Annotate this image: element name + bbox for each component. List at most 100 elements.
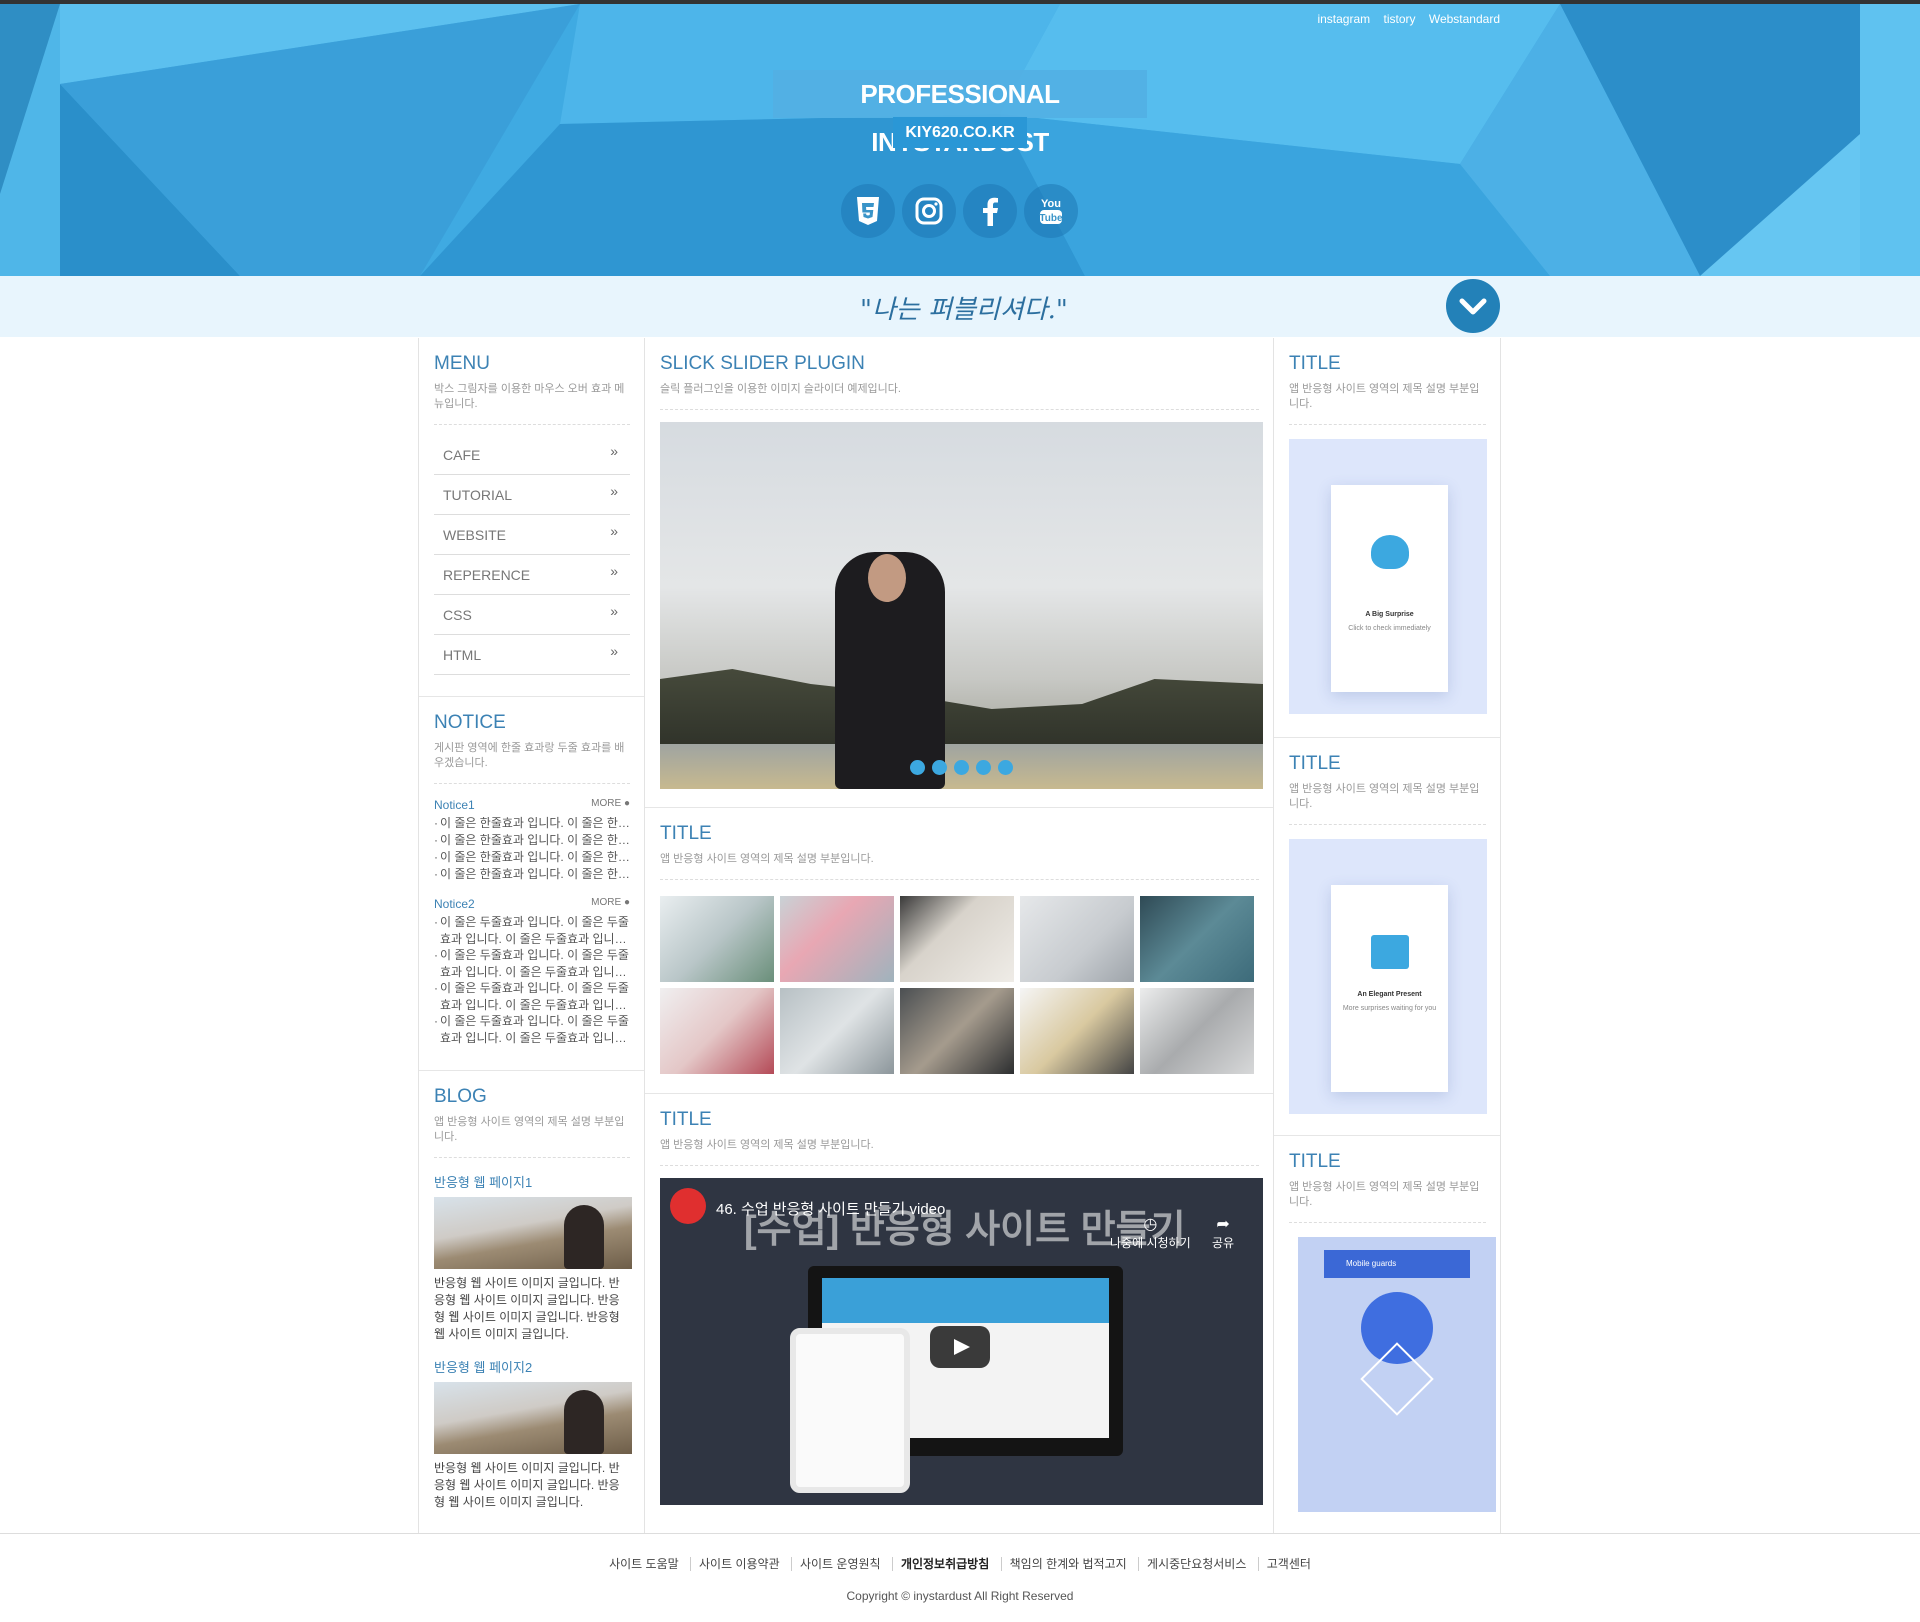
blog-post1-image[interactable] [434, 1197, 632, 1269]
blog-post1-text: 반응형 웹 사이트 이미지 글입니다. 반응형 웹 사이트 이미지 글입니다. … [434, 1276, 620, 1341]
menu-item-cafe[interactable]: CAFE [434, 431, 630, 475]
right-block-2-desc: 앱 반응형 사이트 영역의 제목 설명 부분입니다. [1289, 782, 1486, 825]
footer-link[interactable]: 사이트 운영원칙 [790, 1557, 889, 1571]
list-item[interactable]: 이 줄은 두줄효과 입니다. 이 줄은 두줄 효과 입니다. 이 줄은 두줄효과… [434, 947, 630, 980]
notice-section: NOTICE 게시판 영역에 한줄 효과랑 두줄 효과를 배우겠습니다. Not… [419, 697, 644, 1071]
blog-post2-image[interactable] [434, 1382, 632, 1454]
link-tistory[interactable]: tistory [1383, 12, 1415, 26]
image-gallery [660, 896, 1259, 1090]
right-block-1-desc: 앱 반응형 사이트 영역의 제목 설명 부분입니다. [1289, 382, 1486, 425]
gallery-image[interactable] [780, 896, 894, 982]
plus-circle-icon: ● [623, 798, 630, 809]
gallery-image[interactable] [1140, 988, 1254, 1074]
heart-icon [1371, 535, 1409, 569]
video-section: TITLE 앱 반응형 사이트 영역의 제목 설명 부분입니다. [수업] 반응… [645, 1094, 1273, 1533]
instagram-icon[interactable] [902, 184, 956, 238]
list-item[interactable]: 이 줄은 두줄효과 입니다. 이 줄은 두줄 효과 입니다. 이 줄은 두줄효과… [434, 914, 630, 947]
list-item[interactable]: 이 줄은 한줄효과 입니다. 이 줄은 한줄효과 입니다. [434, 815, 630, 832]
app-caption: An Elegant Present [1357, 991, 1422, 998]
footer-link[interactable]: 고객센터 [1257, 1557, 1319, 1571]
notice1-tab[interactable]: Notice1 [434, 798, 475, 812]
site-title[interactable]: PROFESSIONAL INYSTARDUST [773, 70, 1147, 157]
watch-later-label: 나중에 시청하기 [1110, 1236, 1191, 1250]
watch-later-button[interactable]: ◷ 나중에 시청하기 [1110, 1214, 1191, 1251]
notice2-list: 이 줄은 두줄효과 입니다. 이 줄은 두줄 효과 입니다. 이 줄은 두줄효과… [434, 914, 630, 1046]
app-screen [1331, 485, 1448, 692]
share-label: 공유 [1212, 1236, 1235, 1250]
notice2-more-link[interactable]: MORE ● [591, 897, 630, 911]
list-item[interactable]: 이 줄은 두줄효과 입니다. 이 줄은 두줄 효과 입니다. 이 줄은 두줄효과… [434, 1013, 630, 1046]
play-button[interactable] [930, 1326, 990, 1368]
footer-link[interactable]: 사이트 이용약관 [690, 1557, 788, 1571]
blog-title: BLOG [434, 1086, 487, 1107]
tagline-quote: "나는 퍼블리셔다." [860, 295, 1068, 325]
gallery-image[interactable] [660, 896, 774, 982]
list-item[interactable]: 이 줄은 한줄효과 입니다. 이 줄은 한줄효과 입니다. [434, 866, 630, 883]
gallery-title: TITLE [660, 823, 712, 844]
slider-dot[interactable] [910, 760, 925, 775]
slider-dot[interactable] [976, 760, 991, 775]
gift-icon [1371, 935, 1409, 969]
list-item[interactable]: 이 줄은 한줄효과 입니다. 이 줄은 한줄효과 입니다. [434, 832, 630, 849]
app-preview-card[interactable]: Mobile guards [1298, 1237, 1496, 1512]
html5-icon[interactable] [841, 184, 895, 238]
blog-post2-title[interactable]: 반응형 웹 페이지2 [434, 1357, 630, 1376]
link-instagram[interactable]: instagram [1317, 12, 1370, 26]
gallery-image[interactable] [900, 988, 1014, 1074]
blog-desc: 앱 반응형 사이트 영역의 제목 설명 부분입니다. [434, 1115, 630, 1158]
slider-section: SLICK SLIDER PLUGIN 슬릭 플러그인을 이용한 이미지 슬라이… [645, 338, 1273, 808]
footer-links: 사이트 도움말 사이트 이용약관 사이트 운영원칙 개인정보취급방침 책임의 한… [0, 1555, 1920, 1572]
gallery-image[interactable] [780, 988, 894, 1074]
menu-item-website[interactable]: WEBSITE [434, 511, 630, 555]
app-preview-card[interactable]: An Elegant Present More surprises waitin… [1289, 839, 1487, 1114]
footer-link[interactable]: 책임의 한계와 법적고지 [1000, 1557, 1135, 1571]
notice1-more-link[interactable]: MORE ● [591, 798, 630, 812]
gallery-desc: 앱 반응형 사이트 영역의 제목 설명 부분입니다. [660, 852, 1259, 880]
video-title[interactable]: 46. 수업 반응형 사이트 만들기 video [716, 1198, 945, 1219]
notice-desc: 게시판 영역에 한줄 효과랑 두줄 효과를 배우겠습니다. [434, 741, 630, 784]
app-subcaption: Click to check immediately [1348, 625, 1431, 632]
channel-logo-icon[interactable] [670, 1188, 706, 1224]
right-block-2: TITLE 앱 반응형 사이트 영역의 제목 설명 부분입니다. An Eleg… [1274, 738, 1500, 1136]
right-block-3-desc: 앱 반응형 사이트 영역의 제목 설명 부분입니다. [1289, 1180, 1486, 1223]
social-links: You Tube [841, 184, 1078, 238]
site-domain[interactable]: KIY620.CO.KR [893, 117, 1027, 148]
diamond-outline-icon [1360, 1342, 1434, 1416]
image-slider[interactable] [660, 422, 1263, 789]
gallery-image[interactable] [1020, 988, 1134, 1074]
youtube-icon[interactable]: You Tube [1024, 184, 1078, 238]
slider-photo-hills [660, 669, 1263, 749]
gallery-image[interactable] [900, 896, 1014, 982]
slider-dot[interactable] [932, 760, 947, 775]
gallery-image[interactable] [660, 988, 774, 1074]
list-item[interactable]: 이 줄은 두줄효과 입니다. 이 줄은 두줄 효과 입니다. 이 줄은 두줄효과… [434, 980, 630, 1013]
facebook-icon[interactable] [963, 184, 1017, 238]
scroll-down-button[interactable] [1446, 279, 1500, 333]
slider-dot[interactable] [954, 760, 969, 775]
notice2-tab[interactable]: Notice2 [434, 897, 475, 911]
menu-item-tutorial[interactable]: TUTORIAL [434, 471, 630, 515]
slider-dot[interactable] [998, 760, 1013, 775]
list-item[interactable]: 이 줄은 한줄효과 입니다. 이 줄은 한줄효과 입니다. [434, 849, 630, 866]
copyright: Copyright © inystardust All Right Reserv… [846, 1589, 1074, 1603]
link-webstandard[interactable]: Webstandard [1429, 12, 1500, 26]
footer-link[interactable]: 게시중단요청서비스 [1138, 1557, 1255, 1571]
gallery-image[interactable] [1020, 896, 1134, 982]
menu-list: CAFE TUTORIAL WEBSITE REPERENCE CSS HTML [434, 431, 630, 675]
menu-item-html[interactable]: HTML [434, 631, 630, 675]
gallery-image[interactable] [1140, 896, 1254, 982]
youtube-video-player[interactable]: [수업] 반응형 사이트 만들기 46. 수업 반응형 사이트 만들기 vide… [660, 1178, 1263, 1505]
menu-item-reperence[interactable]: REPERENCE [434, 551, 630, 595]
menu-item-css[interactable]: CSS [434, 591, 630, 635]
video-section-title: TITLE [660, 1109, 712, 1130]
notice1-header: Notice1 MORE ● [434, 798, 630, 812]
share-button[interactable]: ➦ 공유 [1212, 1214, 1234, 1251]
right-block-3: TITLE 앱 반응형 사이트 영역의 제목 설명 부분입니다. Mobile … [1274, 1136, 1500, 1533]
app-preview-card[interactable]: A Big Surprise Click to check immediatel… [1289, 439, 1487, 714]
svg-text:Tube: Tube [1039, 213, 1063, 224]
right-block-2-title: TITLE [1289, 753, 1341, 774]
footer-link[interactable]: 사이트 도움말 [601, 1557, 687, 1571]
footer-link[interactable]: 개인정보취급방침 [891, 1557, 998, 1571]
notice1-list: 이 줄은 한줄효과 입니다. 이 줄은 한줄효과 입니다. 이 줄은 한줄효과 … [434, 815, 630, 883]
blog-post1-title[interactable]: 반응형 웹 페이지1 [434, 1172, 630, 1191]
